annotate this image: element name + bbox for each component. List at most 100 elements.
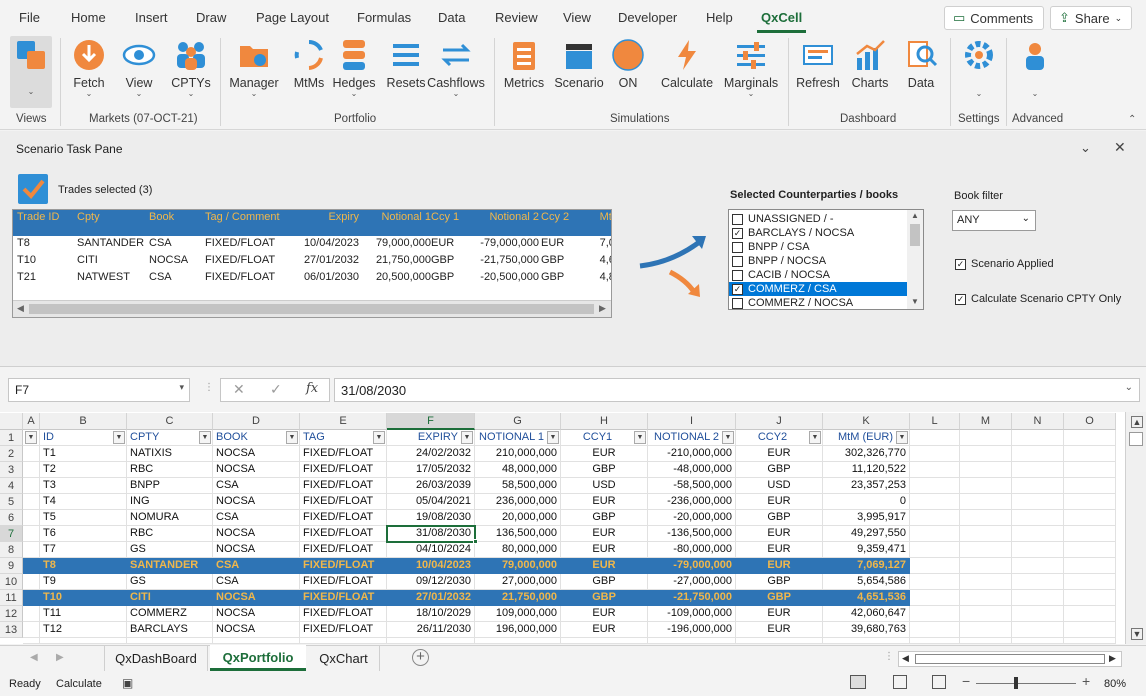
cell[interactable]: 79,000,000 (475, 558, 561, 574)
cell[interactable] (475, 638, 561, 644)
cell[interactable]: 210,000,000 (475, 446, 561, 462)
cell[interactable]: GS (127, 574, 213, 590)
row-header[interactable]: 12 (0, 606, 23, 622)
cell[interactable] (127, 638, 213, 644)
cell[interactable] (648, 638, 736, 644)
checkbox-icon[interactable] (732, 269, 743, 281)
cell[interactable]: T4 (40, 494, 127, 510)
cell[interactable]: T12 (40, 622, 127, 638)
column-header[interactable]: B (40, 413, 127, 430)
cell[interactable]: EUR (736, 622, 823, 638)
cell[interactable]: 3,995,917 (823, 510, 910, 526)
cell[interactable] (1012, 462, 1064, 478)
column-header[interactable]: G (475, 413, 561, 430)
collapse-ribbon-icon[interactable]: ⌃ (1128, 114, 1136, 125)
book-filter-select[interactable]: ANY ⌄ (952, 210, 1036, 231)
cpty-list-item[interactable]: BNPP / CSA (729, 240, 907, 254)
cell[interactable]: 58,500,000 (475, 478, 561, 494)
cell[interactable]: EUR (561, 446, 648, 462)
cell[interactable]: -48,000,000 (648, 462, 736, 478)
cell[interactable]: 09/12/2030 (387, 574, 475, 590)
column-header[interactable]: D (213, 413, 300, 430)
cell[interactable] (23, 510, 40, 526)
cell[interactable]: -196,000,000 (648, 622, 736, 638)
cell[interactable] (960, 462, 1012, 478)
trades-header-cell[interactable]: Ccy 1 (431, 211, 475, 223)
cell[interactable] (1012, 494, 1064, 510)
cell[interactable] (960, 574, 1012, 590)
cpty-list-item[interactable]: ✓ COMMERZ / CSA (729, 282, 907, 296)
manager-button[interactable]: Manager ⌄ (229, 36, 279, 108)
cell[interactable]: 10/04/2023 (387, 558, 475, 574)
cell[interactable]: -236,000,000 (648, 494, 736, 510)
cell[interactable] (1012, 510, 1064, 526)
cell[interactable] (1064, 574, 1116, 590)
cell[interactable]: 109,000,000 (475, 606, 561, 622)
cell[interactable]: FIXED/FLOAT (300, 494, 387, 510)
cell[interactable]: 7,069,127 (823, 558, 910, 574)
cell[interactable]: 05/04/2021 (387, 494, 475, 510)
cell[interactable]: 136,500,000 (475, 526, 561, 542)
column-header[interactable]: K (823, 413, 910, 430)
cell[interactable] (1064, 590, 1116, 606)
close-icon[interactable]: ✕ (1114, 139, 1126, 156)
filter-dropdown-icon[interactable]: ▼ (722, 431, 734, 444)
cell[interactable] (1064, 462, 1116, 478)
cell[interactable]: T10 (40, 590, 127, 606)
cell[interactable] (40, 638, 127, 644)
cell[interactable]: EUR (561, 558, 648, 574)
cell[interactable]: CITI (127, 590, 213, 606)
column-header[interactable]: A (23, 413, 40, 430)
cell[interactable] (1012, 478, 1064, 494)
cell[interactable]: ING (127, 494, 213, 510)
cell[interactable]: -136,500,000 (648, 526, 736, 542)
trades-header-cell[interactable]: Trade ID (17, 211, 75, 223)
checkbox-icon[interactable] (732, 255, 743, 267)
settings-button[interactable]: ⌄ (960, 36, 998, 108)
cell[interactable]: GBP (561, 590, 648, 606)
column-header[interactable]: F (387, 413, 475, 430)
formula-input[interactable]: 31/08/2030 ⌄ (334, 378, 1140, 402)
calculate-button[interactable]: Calculate (660, 36, 714, 108)
cell[interactable] (960, 478, 1012, 494)
cpty-listbox[interactable]: UNASSIGNED / - ✓ BARCLAYS / NOCSA BNPP / CS… (728, 209, 924, 310)
cell[interactable]: NOCSA (213, 590, 300, 606)
cell[interactable] (910, 494, 960, 510)
row-header[interactable]: 11 (0, 590, 23, 606)
sheet-horizontal-scrollbar[interactable]: ◀ ▶ (898, 651, 1122, 667)
cell[interactable]: 27,000,000 (475, 574, 561, 590)
cell[interactable]: -58,500,000 (648, 478, 736, 494)
cell[interactable] (910, 526, 960, 542)
cashflows-button[interactable]: Cashflows ⌄ (427, 36, 485, 108)
menu-file[interactable]: File (19, 10, 40, 25)
cell[interactable] (1012, 542, 1064, 558)
row-header[interactable]: 9 (0, 558, 23, 574)
cell[interactable]: FIXED/FLOAT (300, 462, 387, 478)
cell[interactable]: 80,000,000 (475, 542, 561, 558)
cell[interactable] (1064, 430, 1116, 446)
cell[interactable] (1064, 622, 1116, 638)
cell[interactable] (1012, 526, 1064, 542)
cell[interactable]: -80,000,000 (648, 542, 736, 558)
cell[interactable]: NATIXIS (127, 446, 213, 462)
filter-dropdown-icon[interactable]: ▼ (809, 431, 821, 444)
menu-draw[interactable]: Draw (196, 10, 226, 25)
row-header[interactable]: 6 (0, 510, 23, 526)
checkbox-icon[interactable] (732, 241, 743, 253)
cell[interactable] (960, 494, 1012, 510)
cell[interactable] (1012, 446, 1064, 462)
cell[interactable]: 11,120,522 (823, 462, 910, 478)
cell[interactable] (960, 622, 1012, 638)
cell[interactable]: NOCSA (213, 542, 300, 558)
cell[interactable]: CSA (213, 478, 300, 494)
filter-dropdown-icon[interactable]: ▼ (286, 431, 298, 444)
checkbox-checked-icon[interactable]: ✓ (732, 227, 743, 239)
cell[interactable]: ▼ (23, 430, 40, 446)
cell[interactable]: GBP (736, 510, 823, 526)
cell[interactable]: 17/05/2032 (387, 462, 475, 478)
checkbox-icon[interactable] (732, 297, 743, 309)
cell[interactable]: NOMURA (127, 510, 213, 526)
cell[interactable]: EUR (561, 622, 648, 638)
marginals-button[interactable]: Marginals ⌄ (722, 36, 780, 108)
cell[interactable]: GS (127, 542, 213, 558)
